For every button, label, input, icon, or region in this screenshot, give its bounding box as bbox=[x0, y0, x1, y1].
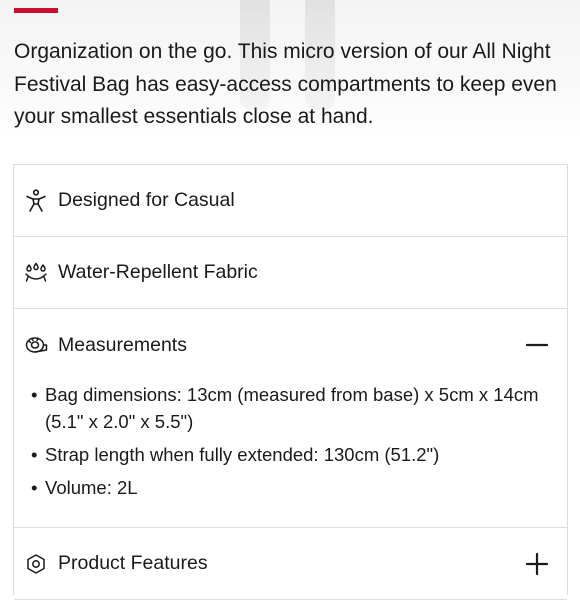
accordion-item-product-features[interactable]: Product Features bbox=[14, 528, 567, 600]
accordion-label: Water-Repellent Fabric bbox=[58, 261, 258, 283]
accordion-label: Designed for Casual bbox=[58, 189, 235, 211]
accordion-item-measurements[interactable]: Measurements bbox=[14, 309, 567, 381]
accordion-label: Measurements bbox=[58, 333, 187, 356]
features-icon bbox=[24, 552, 48, 576]
detail-volume: Volume: 2L bbox=[31, 474, 553, 501]
tape-measure-icon bbox=[24, 333, 48, 357]
detail-bag-dimensions: Bag dimensions: 13cm (measured from base… bbox=[31, 381, 553, 435]
product-details-accordion: Designed for Casual Water-Repellent Fabr… bbox=[13, 164, 568, 600]
accordion-label: Product Features bbox=[58, 552, 208, 574]
detail-strap-length: Strap length when fully extended: 130cm … bbox=[31, 441, 553, 468]
accordion-item-fabric[interactable]: Water-Repellent Fabric bbox=[14, 237, 567, 309]
person-casual-icon bbox=[24, 188, 48, 213]
accent-bar bbox=[14, 8, 58, 13]
measurements-details: Bag dimensions: 13cm (measured from base… bbox=[14, 381, 567, 528]
collapse-minus-icon[interactable] bbox=[525, 333, 549, 357]
expand-plus-icon[interactable] bbox=[525, 552, 549, 576]
product-description: Organization on the go. This micro versi… bbox=[14, 40, 557, 128]
accordion-item-designed-for[interactable]: Designed for Casual bbox=[14, 165, 567, 237]
water-drops-icon bbox=[24, 261, 48, 285]
